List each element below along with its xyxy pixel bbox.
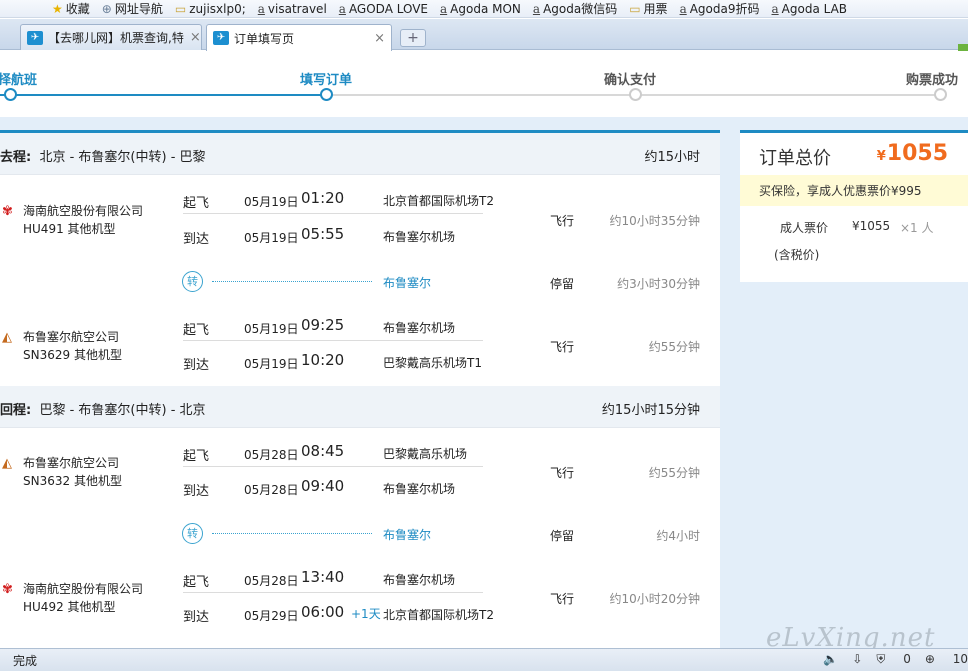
zoom-icon[interactable]: ⊕ 10	[925, 652, 968, 667]
step-select-flight: 择航班	[0, 73, 38, 88]
close-icon[interactable]: ×	[368, 31, 385, 46]
brussels-airlines-logo-icon: ◭	[2, 456, 12, 471]
order-total-amount: ¥1055	[876, 141, 948, 166]
adult-fare-qty: ×1 人	[900, 221, 934, 235]
departure-row: 起飞 05月28日 08:45 巴黎戴高乐机场	[183, 439, 483, 467]
segment-kind: 飞行	[550, 466, 575, 480]
segment-duration: 约4小时	[656, 529, 700, 543]
transfer-line	[212, 533, 372, 534]
brussels-airlines-logo-icon: ◭	[2, 330, 12, 345]
transfer-city: 布鲁塞尔	[383, 276, 432, 290]
departure-row: 起飞 05月19日 09:25 布鲁塞尔机场	[183, 313, 483, 341]
segment-kind: 飞行	[550, 214, 575, 228]
speaker-icon[interactable]: 🔈	[823, 652, 838, 667]
bookmark-item[interactable]: a Agoda微信码	[533, 0, 617, 17]
a-icon: a	[532, 1, 541, 16]
bookmark-item[interactable]: a visatravel	[258, 2, 327, 16]
departure-row: 起飞 05月28日 13:40 布鲁塞尔机场	[183, 565, 483, 593]
tab-order-form[interactable]: ✈ 订单填写页 ×	[206, 24, 392, 51]
globe-icon: ⊕	[101, 1, 112, 16]
segment-duration: 约55分钟	[648, 466, 700, 480]
arrival-row: 到达 05月19日 05:55 布鲁塞尔机场	[183, 225, 456, 247]
segment-duration: 约3小时30分钟	[617, 277, 700, 291]
bookmark-item[interactable]: a Agoda LAB	[772, 2, 848, 16]
shield-icon[interactable]: ⛨ 0	[876, 652, 910, 667]
folder-icon: ▭	[174, 1, 187, 16]
return-duration: 约15小时15分钟	[601, 403, 700, 418]
a-icon: a	[440, 1, 448, 16]
bookmark-item[interactable]: ▭ zujisxlp0;	[175, 2, 246, 16]
adult-fare-label: 成人票价	[780, 221, 829, 235]
a-icon: a	[771, 1, 779, 16]
status-bar: 完成 🔈 ⇩ ⛨ 0 ⊕ 10	[0, 648, 968, 671]
transfer-icon: 转	[182, 271, 203, 292]
hainan-airlines-logo-icon: ✾	[2, 204, 13, 219]
segment-duration: 约10小时20分钟	[609, 592, 700, 606]
a-icon: a	[257, 1, 265, 16]
arrival-row: 到达 05月28日 09:40 布鲁塞尔机场	[183, 477, 456, 499]
segment-duration: 约55分钟	[648, 340, 700, 354]
return-route: 回程: 巴黎 - 布鲁塞尔(中转) - 北京	[0, 403, 206, 418]
tax-included-note: (含税价)	[774, 248, 820, 262]
arrival-row: 到达 05月29日 06:00 +1天 北京首都国际机场T2	[183, 603, 494, 625]
bookmark-item[interactable]: a Agoda9折码	[680, 0, 760, 17]
step-fill-order: 填写订单	[300, 73, 353, 88]
adult-fare-price: ¥1055	[852, 219, 891, 233]
transfer-icon: 转	[182, 523, 203, 544]
order-progress: 择航班 填写订单 确认支付 购票成功	[0, 51, 968, 117]
transfer-city: 布鲁塞尔	[383, 528, 432, 542]
segment-duration: 约10小时35分钟	[609, 214, 700, 228]
segment-kind: 停留	[550, 529, 575, 543]
hainan-airlines-logo-icon: ✾	[2, 582, 13, 597]
arrival-row: 到达 05月19日 10:20 巴黎戴高乐机场T1	[183, 351, 482, 373]
step-dot	[4, 88, 17, 101]
qunar-favicon-icon: ✈	[27, 30, 43, 45]
a-icon: a	[679, 1, 687, 16]
segment-kind: 飞行	[550, 340, 575, 354]
tab-bar: ◂ ✈ 【去哪儿网】机票查询,特 × ✈ 订单填写页 × +	[0, 19, 968, 63]
outbound-route: 去程: 北京 - 布鲁塞尔(中转) - 巴黎	[0, 150, 206, 165]
return-header: 回程: 巴黎 - 布鲁塞尔(中转) - 北京 约15小时15分钟	[0, 386, 720, 428]
order-total-title: 订单总价	[759, 148, 831, 169]
flight-details-panel: 去程: 北京 - 布鲁塞尔(中转) - 巴黎 约15小时 ✾ 海南航空股份有限公…	[0, 130, 720, 648]
star-icon: ★	[52, 1, 63, 16]
bookmark-item[interactable]: ⊕ 网址导航	[102, 0, 163, 17]
step-dot	[934, 88, 947, 101]
order-total-panel: 订单总价 ¥1055 买保险，享成人优惠票价¥995 成人票价 ¥1055 ×1…	[740, 130, 968, 282]
step-confirm-pay: 确认支付	[604, 73, 657, 88]
transfer-line	[212, 281, 372, 282]
insurance-promo: 买保险，享成人优惠票价¥995	[740, 175, 968, 206]
next-day-badge: +1天	[351, 607, 381, 621]
segment-kind: 停留	[550, 277, 575, 291]
tab-qunar-search[interactable]: ✈ 【去哪儿网】机票查询,特 ×	[20, 24, 202, 50]
bookmark-item[interactable]: ★ 收藏	[52, 0, 90, 17]
outbound-header: 去程: 北京 - 布鲁塞尔(中转) - 巴黎 约15小时	[0, 133, 720, 175]
status-tray: 🔈 ⇩ ⛨ 0 ⊕ 10	[809, 652, 968, 667]
step-success: 购票成功	[906, 73, 959, 88]
download-icon[interactable]: ⇩	[852, 652, 862, 667]
step-dot	[320, 88, 333, 101]
departure-row: 起飞 05月19日 01:20 北京首都国际机场T2	[183, 186, 494, 214]
step-dot	[629, 88, 642, 101]
status-text: 完成	[13, 654, 38, 668]
progress-line-done	[0, 94, 326, 96]
segment-kind: 飞行	[550, 592, 575, 606]
bookmarks-bar: ★ 收藏 ⊕ 网址导航 ▭ zujisxlp0; a visatravel a AGODA…	[0, 0, 968, 18]
folder-icon: ▭	[629, 1, 641, 16]
close-icon[interactable]: ×	[184, 30, 201, 45]
bookmark-item[interactable]: ▭ 用票	[629, 0, 667, 17]
qunar-favicon-icon: ✈	[213, 31, 229, 45]
bookmark-item[interactable]: a AGODA LOVE	[339, 2, 428, 16]
a-icon: a	[338, 1, 346, 16]
outbound-duration: 约15小时	[644, 150, 700, 165]
new-tab-button[interactable]: +	[400, 29, 426, 47]
bookmark-item[interactable]: a Agoda MON	[440, 2, 521, 16]
